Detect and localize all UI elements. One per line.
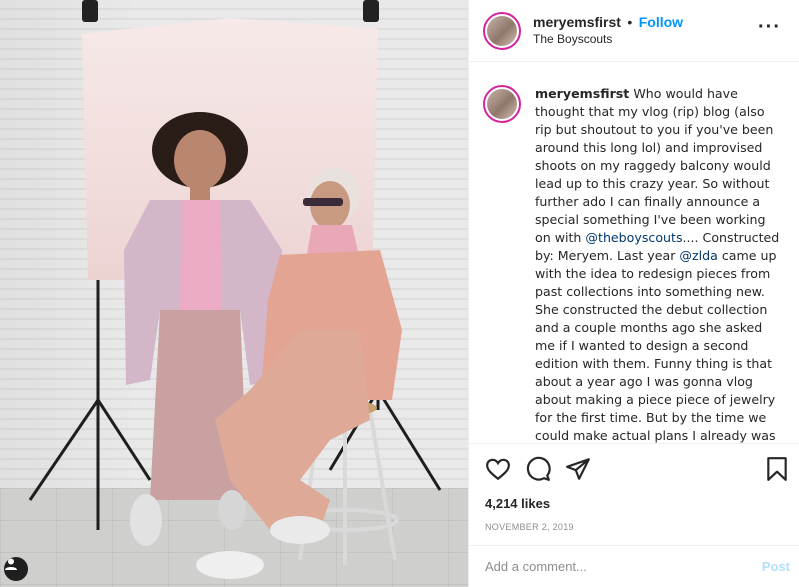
- more-options-icon[interactable]: ···: [758, 16, 781, 39]
- header-text: meryemsfirst • Follow The Boyscouts: [533, 14, 683, 48]
- post-comment-button[interactable]: Post: [762, 559, 790, 574]
- caption-avatar[interactable]: [483, 85, 521, 123]
- username-link[interactable]: meryemsfirst: [533, 14, 621, 30]
- action-bar: [469, 444, 799, 494]
- caption-text-part: came up with the idea to redesign pieces…: [535, 248, 777, 443]
- comment-input[interactable]: [485, 559, 735, 574]
- post-date: NOVEMBER 2, 2019: [485, 522, 574, 532]
- likes-count[interactable]: 4,214 likes: [469, 494, 799, 514]
- caption-text: meryemsfirst Who would have thought that…: [535, 85, 785, 443]
- bookmark-icon[interactable]: [764, 456, 790, 482]
- post-sidebar: meryemsfirst • Follow The Boyscouts ··· …: [468, 0, 799, 587]
- add-comment-bar: Post: [469, 545, 799, 587]
- separator-dot: •: [627, 13, 633, 30]
- photo-scene: [28, 112, 442, 579]
- heart-icon[interactable]: [485, 456, 511, 482]
- avatar[interactable]: [483, 11, 521, 50]
- user-tag-icon[interactable]: [4, 557, 28, 581]
- follow-button[interactable]: Follow: [639, 14, 683, 30]
- comments-scroll[interactable]: meryemsfirst Who would have thought that…: [469, 63, 799, 443]
- share-icon[interactable]: [565, 456, 591, 482]
- post-actions-section: 4,214 likes NOVEMBER 2, 2019: [469, 443, 799, 532]
- mention-link[interactable]: @theboyscouts: [585, 230, 682, 245]
- caption-text-part: Who would have thought that my vlog (rip…: [535, 86, 774, 245]
- post-header: meryemsfirst • Follow The Boyscouts ···: [469, 0, 799, 62]
- comment-icon[interactable]: [525, 456, 551, 482]
- location-link[interactable]: The Boyscouts: [533, 31, 683, 48]
- caption-username-link[interactable]: meryemsfirst: [535, 86, 629, 101]
- mention-link[interactable]: @zlda: [679, 248, 717, 263]
- post-photo[interactable]: [0, 0, 468, 587]
